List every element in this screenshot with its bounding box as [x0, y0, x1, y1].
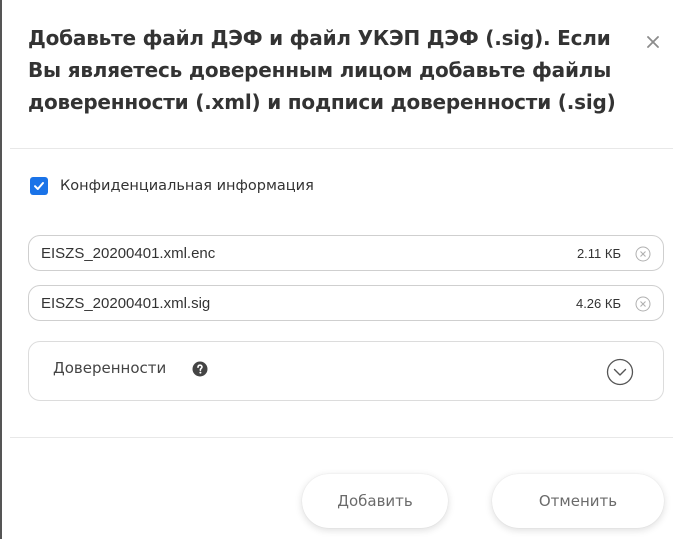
file-name: EISZS_20200401.xml.enc	[41, 244, 216, 262]
confidential-label: Конфиденциальная информация	[60, 178, 314, 194]
confidential-checkbox[interactable]	[30, 177, 48, 195]
close-button[interactable]	[641, 30, 665, 54]
remove-file-icon[interactable]	[635, 246, 651, 262]
power-of-attorney-label: Доверенности	[53, 359, 167, 377]
dialog-header: Добавьте файл ДЭФ и файл УКЭП ДЭФ (.sig)…	[28, 22, 618, 118]
add-button[interactable]: Добавить	[302, 474, 448, 528]
remove-file-icon[interactable]	[635, 296, 651, 312]
close-icon	[647, 36, 659, 48]
confidential-checkbox-row[interactable]: Конфиденциальная информация	[30, 177, 314, 195]
power-of-attorney-panel[interactable]: Доверенности	[28, 341, 664, 401]
file-name: EISZS_20200401.xml.sig	[41, 294, 211, 312]
cancel-button[interactable]: Отменить	[492, 474, 664, 528]
file-size: 2.11 КБ	[576, 245, 621, 261]
file-item: EISZS_20200401.xml.sig 4.26 КБ	[28, 285, 664, 321]
chevron-down-circle-icon[interactable]	[606, 358, 634, 386]
file-item: EISZS_20200401.xml.enc 2.11 КБ	[28, 235, 664, 271]
question-circle-icon[interactable]	[192, 361, 208, 377]
header-divider	[10, 148, 673, 149]
footer-divider	[10, 437, 673, 438]
checkmark-icon	[34, 182, 44, 190]
file-size: 4.26 КБ	[575, 295, 621, 311]
dialog-title: Добавьте файл ДЭФ и файл УКЭП ДЭФ (.sig)…	[28, 26, 616, 114]
